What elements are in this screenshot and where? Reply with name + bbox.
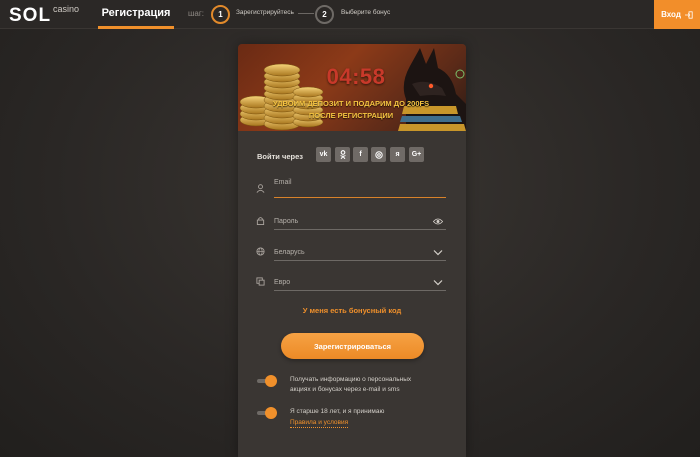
step-2-circle: 2 [315,5,334,24]
social-mailru-button[interactable] [371,147,386,162]
currency-select[interactable]: Евро [256,269,446,291]
social-facebook-button[interactable]: f [353,147,368,162]
age-consent-text: Я старше 18 лет, и я принимаю [290,408,385,415]
chevron-down-icon [433,250,443,256]
toggle-knob [265,375,277,387]
newsletter-text-line-2: акциях и бонусах через e-mail и sms [290,386,400,393]
email-underline [274,197,446,198]
login-button[interactable]: Вход [654,0,700,29]
promo-line-2: ПОСЛЕ РЕГИСТРАЦИИ [308,111,394,120]
password-label: Пароль [274,218,299,225]
logo-sub-text: casino [53,4,80,14]
login-label: Вход [661,10,681,19]
eye-icon[interactable] [433,217,443,226]
odnoklassniki-icon [339,150,346,159]
registration-panel: 04:58 УДВОИМ ДЕПОЗИТ И ПОДАРИМ ДО 200FS … [238,44,466,457]
newsletter-toggle[interactable] [257,375,277,387]
social-yandex-button[interactable]: я [390,147,405,162]
login-arrow-icon [684,10,693,19]
google-plus-icon: G+ [411,151,422,158]
tab-registration[interactable]: Регистрация [98,0,174,29]
steps-label: шаг: [188,9,205,18]
email-field[interactable]: Email [256,176,446,198]
countdown-timer: 04:58 [326,64,386,89]
country-underline [274,260,446,261]
social-ok-button[interactable] [335,147,350,162]
user-icon [256,184,265,193]
currency-underline [274,290,446,291]
chevron-down-icon [433,280,443,286]
step-2-label: Выберите бонус [341,9,391,16]
bonus-code-link[interactable]: У меня есть бонусный код [238,306,466,315]
yandex-icon: я [395,151,400,158]
promo-text: УДВОИМ ДЕПОЗИТ И ПОДАРИМ ДО 200FS ПОСЛЕ … [256,98,446,122]
globe-icon [256,247,265,256]
step-connector [298,13,314,14]
social-google-button[interactable]: G+ [409,147,424,162]
register-button[interactable]: Зарегистрироваться [281,333,424,359]
top-header: SOL casino Регистрация шаг: 1 Зарегистри… [0,0,700,29]
country-select[interactable]: Беларусь [256,239,446,261]
mailru-icon [374,150,383,159]
newsletter-text-line-1: Получать информацию о персональных [290,376,412,383]
social-login-label: Войти через [257,152,303,161]
newsletter-consent-text: Получать информацию о персональных акция… [290,375,411,395]
toggle-knob [265,407,277,419]
logo-main-text: SOL [9,5,52,26]
facebook-icon: f [359,151,362,158]
terms-link[interactable]: Правила и условия [290,418,349,428]
currency-value: Евро [274,279,291,286]
promo-line-1: УДВОИМ ДЕПОЗИТ И ПОДАРИМ ДО 200FS [272,99,430,108]
social-vk-button[interactable]: vk [316,147,331,162]
country-value: Беларусь [274,249,305,256]
vk-icon: vk [319,151,328,158]
promo-banner: 04:58 УДВОИМ ДЕПОЗИТ И ПОДАРИМ ДО 200FS … [238,44,466,131]
step-1-label: Зарегистрируйтесь [236,9,294,16]
step-1-circle: 1 [211,5,230,24]
password-underline [274,229,446,230]
age-terms-toggle[interactable] [257,407,277,419]
email-label: Email [274,179,292,186]
password-field[interactable]: Пароль [256,208,446,230]
currency-icon [256,277,265,286]
lock-icon [256,217,265,225]
